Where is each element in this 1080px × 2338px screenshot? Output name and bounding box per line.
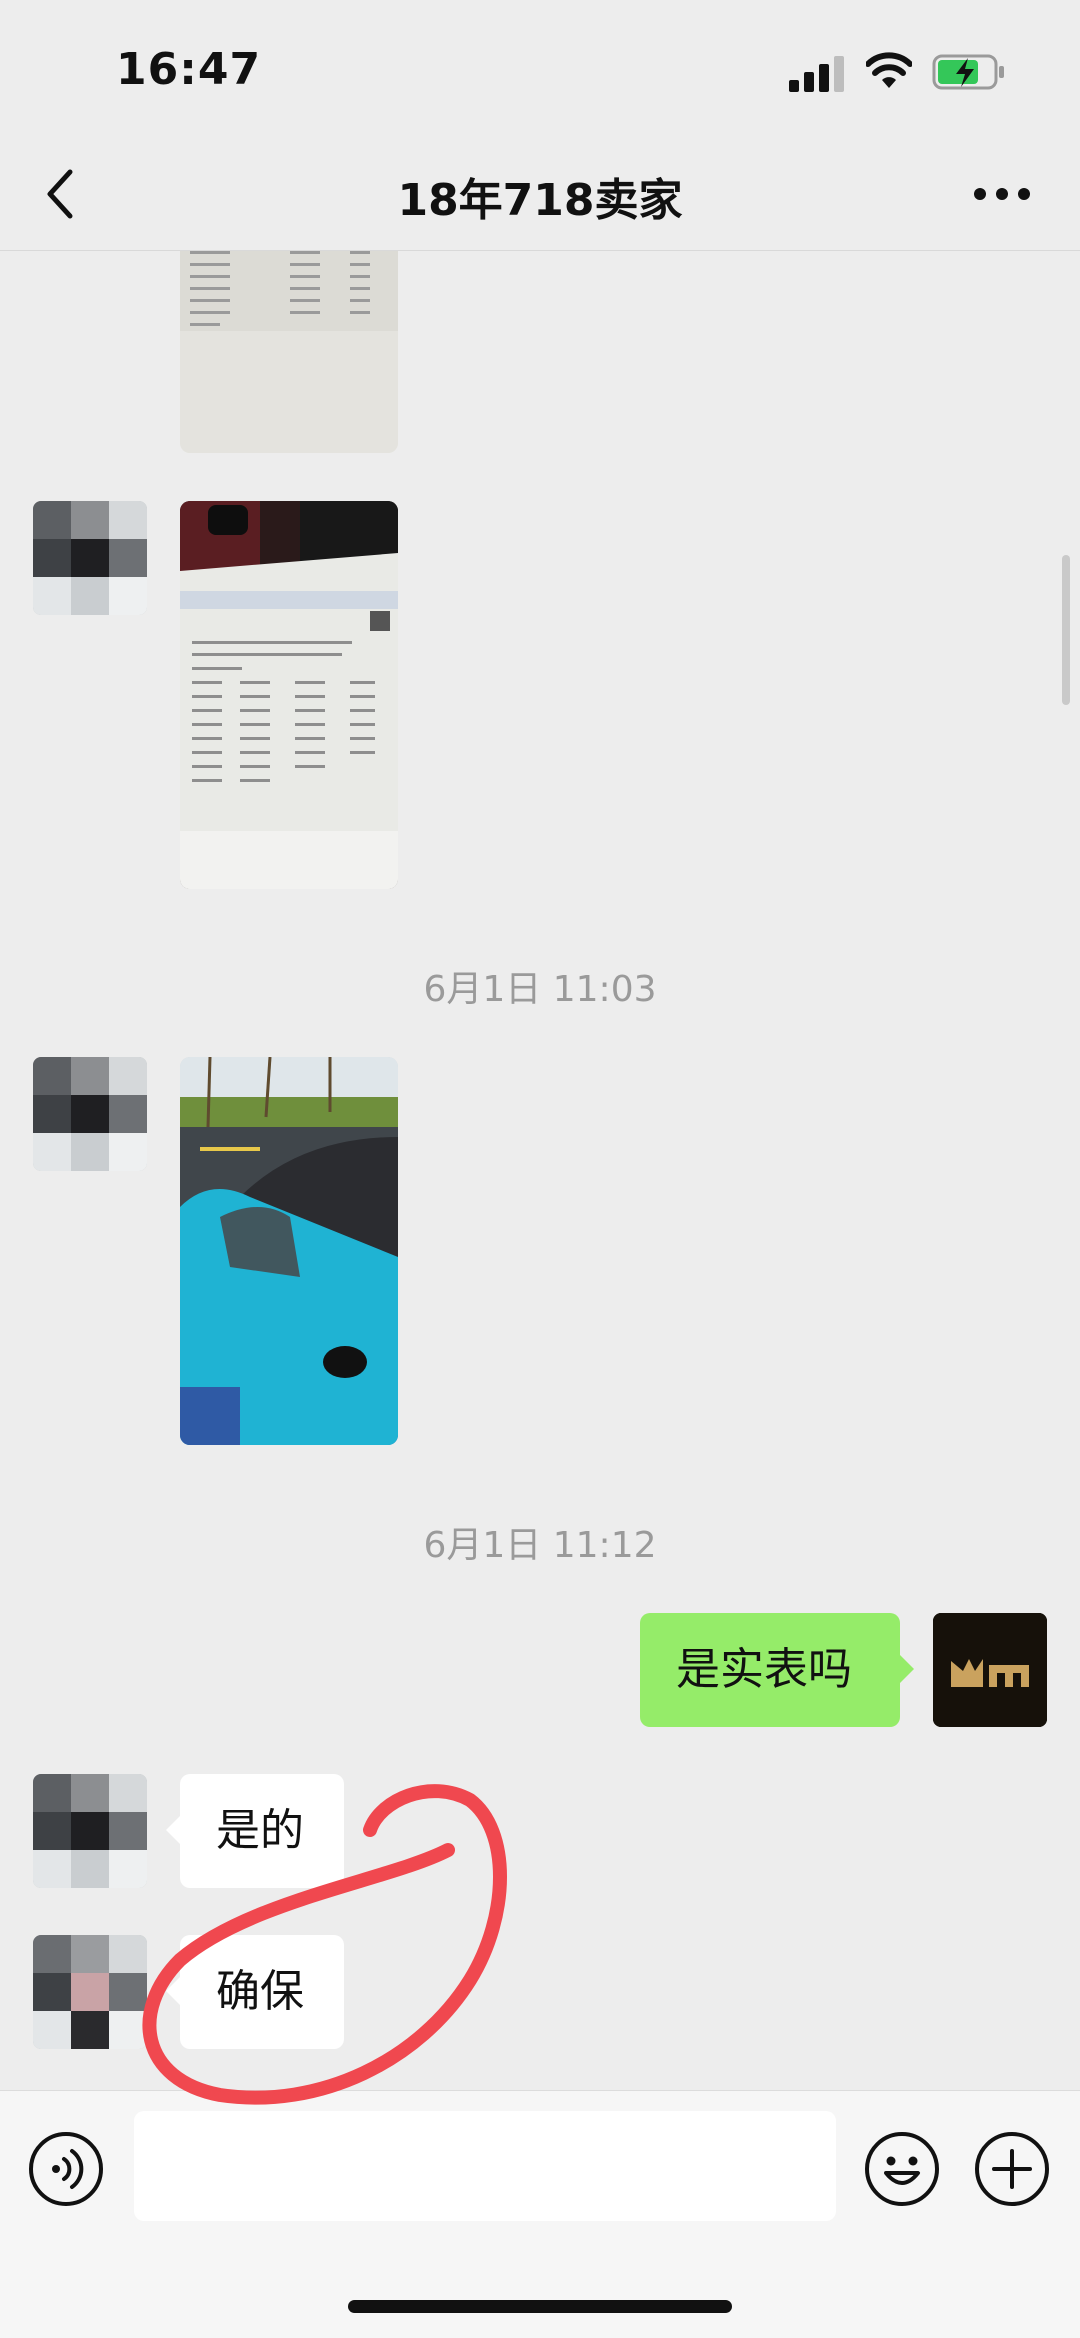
image-message[interactable] [180, 251, 398, 453]
my-text-message[interactable]: 是实表吗 [640, 1613, 914, 1727]
message-timestamp: 6月1日 11:12 [423, 1525, 657, 1566]
chat-title: 18年718卖家 [397, 175, 683, 226]
car-photo [180, 1057, 398, 1445]
wifi-icon [866, 52, 912, 88]
document-photo [180, 251, 398, 453]
message-timestamp: 6月1日 11:03 [423, 969, 657, 1010]
battery-charging-icon [932, 54, 1004, 90]
message-input[interactable] [134, 2111, 836, 2221]
image-message[interactable] [180, 501, 398, 889]
emoji-icon[interactable] [864, 2131, 940, 2207]
contact-text-message[interactable]: 确保 [166, 1935, 344, 2049]
image-message[interactable] [180, 1057, 398, 1445]
contact-text-message[interactable]: 是的 [166, 1774, 344, 1888]
cellular-signal-icon [789, 56, 844, 92]
home-indicator[interactable] [348, 2300, 732, 2313]
message-list[interactable]: 6月1日 11:03 6月1日 11:12 是实表吗 是的 确保 [0, 251, 1080, 2091]
chat-header: 18年718卖家 [0, 140, 1080, 251]
document-photo [180, 501, 398, 889]
my-avatar[interactable] [933, 1613, 1047, 1727]
scrollbar[interactable] [1062, 555, 1070, 705]
contact-avatar[interactable] [33, 1935, 147, 2049]
status-time: 16:47 [116, 44, 262, 95]
plus-icon[interactable] [974, 2131, 1050, 2207]
contact-avatar[interactable] [33, 1057, 147, 1171]
contact-avatar[interactable] [33, 1774, 147, 1888]
logo-avatar-icon [933, 1613, 1047, 1727]
contact-avatar[interactable] [33, 501, 147, 615]
voice-icon[interactable] [28, 2131, 104, 2207]
status-bar: 16:47 [0, 0, 1080, 140]
ellipsis-icon[interactable] [970, 176, 1034, 212]
